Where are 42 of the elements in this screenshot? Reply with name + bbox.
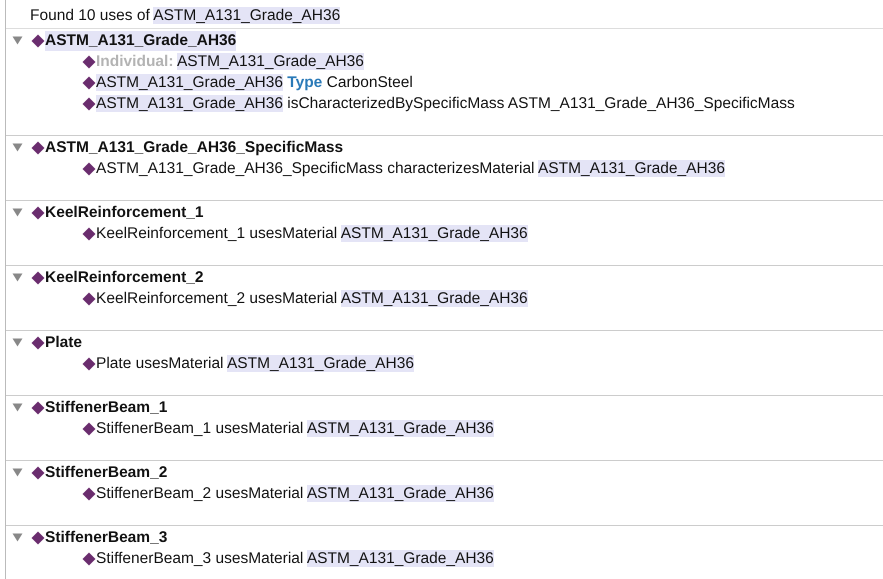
individual-name[interactable]: StiffenerBeam_2	[45, 462, 168, 482]
diamond-icon	[82, 226, 96, 240]
expand-triangle-icon[interactable]	[12, 208, 23, 217]
diamond-icon	[82, 96, 96, 110]
usage-line[interactable]: StiffenerBeam_1 usesMaterial ASTM_A131_Grade_AH36	[96, 418, 494, 438]
individual-name[interactable]: StiffenerBeam_1	[45, 398, 168, 418]
search-summary: Found 10 uses of ASTM_A131_Grade_AH36	[6, 0, 883, 29]
diamond-icon	[82, 486, 96, 500]
individual-name[interactable]: ASTM_A131_Grade_AH36	[45, 30, 236, 50]
diamond-icon	[31, 466, 45, 480]
individual-name[interactable]: KeelReinforcement_1	[45, 202, 204, 222]
individual-name[interactable]: StiffenerBeam_3	[45, 528, 168, 548]
diamond-icon	[31, 400, 45, 414]
individual-name[interactable]: Plate	[45, 332, 82, 352]
usage-line[interactable]: StiffenerBeam_3 usesMaterial ASTM_A131_Grade_AH36	[96, 548, 494, 568]
individual-name[interactable]: ASTM_A131_Grade_AH36_SpecificMass	[45, 138, 344, 158]
usage-line[interactable]: KeelReinforcement_1 usesMaterial ASTM_A131_Grade_AH36	[96, 224, 528, 244]
diamond-icon	[31, 530, 45, 544]
usage-line[interactable]: ASTM_A131_Grade_AH36_SpecificMass characterizesMaterial ASTM_A131_Grade_AH36	[96, 158, 725, 178]
individual-name[interactable]: KeelReinforcement_2	[45, 268, 204, 288]
diamond-icon	[82, 162, 96, 176]
diamond-icon	[82, 356, 96, 370]
diamond-icon	[82, 552, 96, 566]
expand-triangle-icon[interactable]	[12, 338, 23, 347]
expand-triangle-icon[interactable]	[12, 36, 23, 45]
diamond-icon	[82, 76, 96, 90]
usage-line[interactable]: KeelReinforcement_2 usesMaterial ASTM_A131_Grade_AH36	[96, 288, 528, 308]
diamond-icon	[31, 270, 45, 284]
expand-triangle-icon[interactable]	[12, 533, 23, 542]
diamond-icon	[31, 336, 45, 350]
diamond-icon	[82, 54, 96, 68]
diamond-icon	[31, 206, 45, 220]
usage-line[interactable]: StiffenerBeam_2 usesMaterial ASTM_A131_Grade_AH36	[96, 484, 494, 504]
expand-triangle-icon[interactable]	[12, 403, 23, 412]
diamond-icon	[82, 422, 96, 436]
expand-triangle-icon[interactable]	[12, 468, 23, 477]
expand-triangle-icon[interactable]	[12, 273, 23, 282]
usage-line[interactable]: ASTM_A131_Grade_AH36 isCharacterizedBySpecificMass ASTM_A131_Grade_AH36_SpecificMass	[96, 94, 795, 114]
diamond-icon	[82, 292, 96, 306]
expand-triangle-icon[interactable]	[12, 143, 23, 152]
diamond-icon	[31, 34, 45, 48]
diamond-icon	[31, 140, 45, 154]
